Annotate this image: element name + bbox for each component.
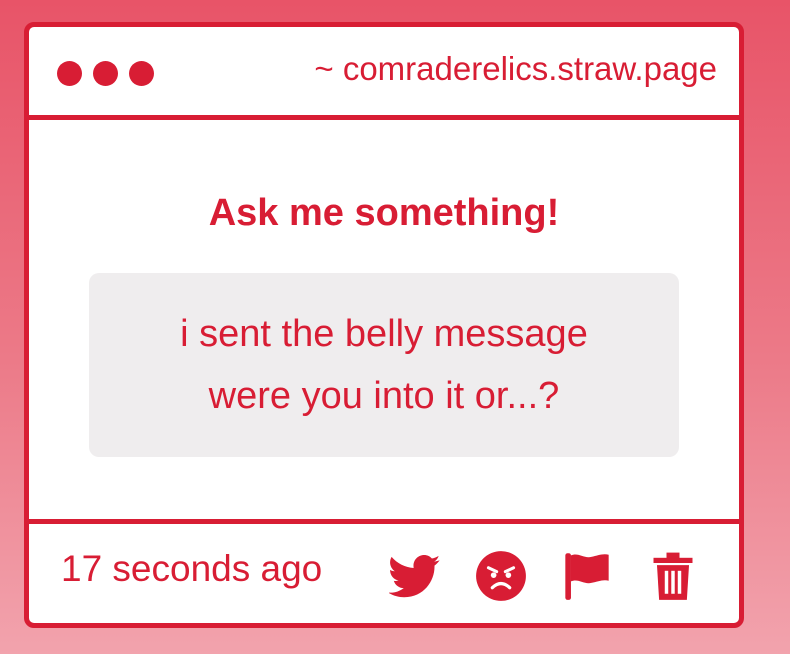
window-titlebar: ~ comraderelics.straw.page: [29, 27, 739, 120]
trash-icon[interactable]: [647, 550, 699, 602]
twitter-icon[interactable]: [389, 550, 441, 602]
question-line-1: i sent the belly message: [180, 313, 588, 355]
timestamp: 17 seconds ago: [61, 548, 323, 589]
angry-face-icon[interactable]: [475, 550, 527, 602]
page-url: ~ comraderelics.straw.page: [314, 50, 717, 87]
page-title: Ask me something!: [208, 192, 560, 234]
flag-icon[interactable]: [561, 550, 613, 602]
question-line-2: were you into it or...?: [208, 375, 560, 417]
maximize-dot[interactable]: [129, 61, 154, 86]
window-dots: [57, 61, 154, 86]
question-box: i sent the belly message were you into i…: [89, 273, 679, 457]
card-footer: 17 seconds ago: [29, 519, 739, 623]
question-card: ~ comraderelics.straw.page Ask me someth…: [24, 22, 744, 628]
minimize-dot[interactable]: [93, 61, 118, 86]
close-dot[interactable]: [57, 61, 82, 86]
